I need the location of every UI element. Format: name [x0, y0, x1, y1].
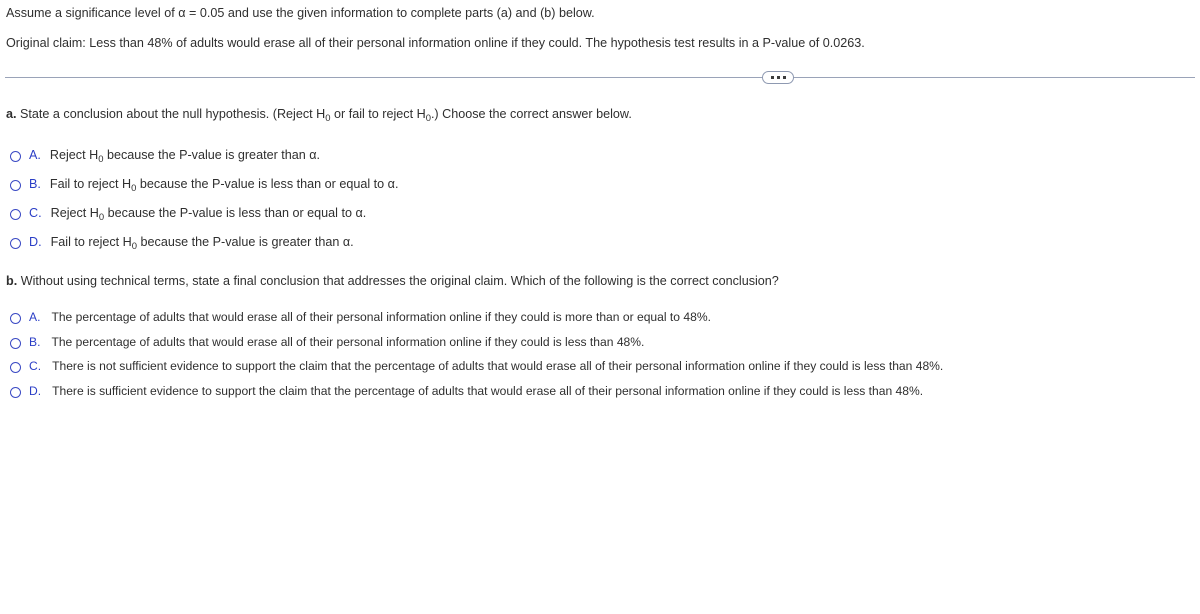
option-letter: B.	[29, 334, 41, 349]
option-b-B[interactable]: B. The percentage of adults that would e…	[10, 335, 943, 360]
option-label: Reject H0 because the P-value is less th…	[50, 206, 367, 223]
part-a-prompt-text-2: or fail to reject H	[330, 107, 426, 121]
h0-subscript: 0	[98, 153, 104, 165]
radio-icon[interactable]	[10, 337, 21, 349]
dot-3	[782, 76, 786, 79]
dot-1	[770, 76, 774, 79]
option-letter: B.	[29, 177, 41, 191]
part-b-label: b.	[6, 274, 18, 288]
option-label: There is not sufficient evidence to supp…	[52, 359, 944, 374]
option-b-A[interactable]: A. The percentage of adults that would e…	[10, 310, 943, 335]
h0-subscript: 0	[131, 240, 138, 252]
option-a-C[interactable]: C. Reject H0 because the P-value is less…	[10, 206, 398, 235]
part-a-h0-sub-1: 0	[325, 112, 331, 124]
h0-subscript: 0	[131, 182, 137, 194]
option-label: Fail to reject H0 because the P-value is…	[50, 235, 354, 252]
radio-icon[interactable]	[10, 180, 21, 191]
option-label: Reject H0 because the P-value is greater…	[49, 148, 321, 165]
part-a-prompt: a. State a conclusion about the null hyp…	[6, 106, 632, 124]
part-a-options: A. Reject H0 because the P-value is grea…	[10, 148, 398, 264]
divider-rule	[5, 77, 1195, 78]
option-letter: A.	[29, 310, 41, 324]
radio-icon[interactable]	[10, 313, 21, 324]
option-label: The percentage of adults that would eras…	[51, 310, 711, 324]
option-a-D[interactable]: D. Fail to reject H0 because the P-value…	[10, 235, 398, 264]
option-label: Fail to reject H0 because the P-value is…	[49, 177, 399, 194]
option-label: There is sufficient evidence to support …	[52, 383, 924, 398]
dot-2	[776, 76, 780, 79]
part-a-h0-sub-2: 0	[425, 112, 431, 124]
h0-subscript: 0	[98, 211, 105, 223]
option-b-D[interactable]: D. There is sufficient evidence to suppo…	[10, 384, 943, 409]
option-letter: D.	[29, 235, 42, 249]
part-a-label: a.	[6, 107, 17, 121]
radio-icon[interactable]	[10, 209, 21, 220]
radio-icon[interactable]	[10, 238, 21, 249]
option-letter: A.	[29, 148, 41, 162]
part-a-prompt-text-1: State a conclusion about the null hypoth…	[20, 107, 326, 121]
option-a-B[interactable]: B. Fail to reject H0 because the P-value…	[10, 177, 398, 206]
original-claim-statement: Original claim: Less than 48% of adults …	[6, 36, 865, 50]
part-a-prompt-text-3: .) Choose the correct answer below.	[430, 107, 632, 121]
part-b-options: A. The percentage of adults that would e…	[10, 310, 943, 408]
significance-level-statement: Assume a significance level of α = 0.05 …	[6, 6, 595, 20]
option-letter: D.	[29, 383, 42, 398]
part-b-prompt-text: Without using technical terms, state a f…	[20, 274, 779, 288]
question-page: Assume a significance level of α = 0.05 …	[0, 0, 1200, 614]
option-a-A[interactable]: A. Reject H0 because the P-value is grea…	[10, 148, 398, 177]
part-b-prompt: b. Without using technical terms, state …	[6, 273, 779, 290]
intro-block: Assume a significance level of α = 0.05 …	[6, 5, 1186, 52]
section-divider	[0, 70, 1200, 86]
option-label: The percentage of adults that would eras…	[51, 334, 645, 349]
option-letter: C.	[29, 206, 42, 220]
radio-icon[interactable]	[10, 151, 21, 162]
ellipsis-icon[interactable]	[762, 71, 794, 84]
radio-icon[interactable]	[10, 362, 21, 374]
option-letter: C.	[29, 359, 42, 374]
option-b-C[interactable]: C. There is not sufficient evidence to s…	[10, 359, 943, 384]
radio-icon[interactable]	[10, 386, 21, 398]
